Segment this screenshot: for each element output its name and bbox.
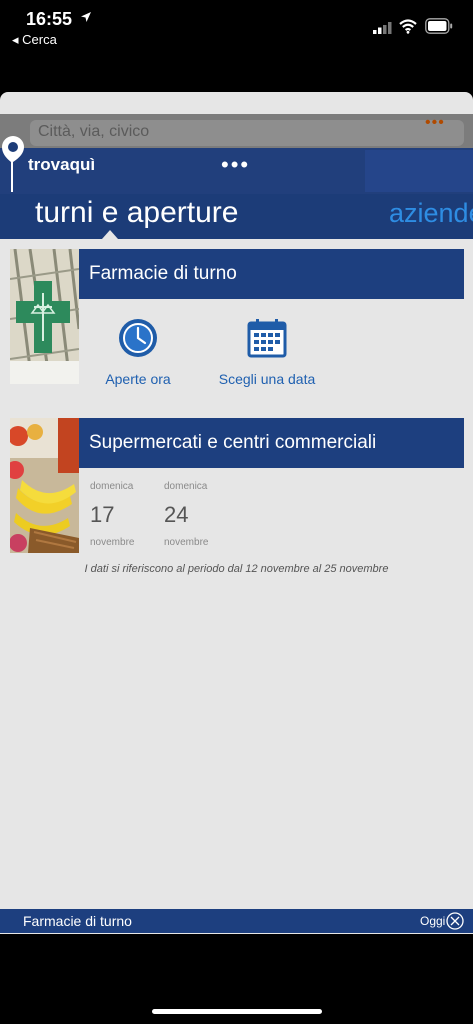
date-day: 24: [164, 502, 189, 527]
supermarket-fruit-image: [10, 418, 79, 553]
clock-time: 16:55: [26, 9, 73, 29]
date-month: novembre: [90, 537, 135, 548]
bottom-bar-label: Farmacie di turno: [23, 913, 132, 929]
app-sheet: Città, via, civico ••• trovaquì ••• turn…: [0, 92, 473, 934]
date-entry[interactable]: domenica 24 novembre: [164, 481, 208, 548]
search-menu-button[interactable]: •••: [425, 114, 445, 132]
pharmacy-cross-image: [10, 249, 79, 384]
date-month: novembre: [164, 537, 209, 548]
tab-aziende[interactable]: aziende: [389, 198, 473, 229]
active-tab-indicator: [102, 230, 118, 239]
choose-date-label: Scegli una data: [218, 371, 316, 387]
close-icon[interactable]: [446, 912, 464, 930]
date-weekday: domenica: [90, 481, 134, 492]
search-input[interactable]: Città, via, civico: [30, 120, 464, 146]
date-weekday: domenica: [164, 481, 208, 492]
bottom-info-bar[interactable]: Farmacie di turno Oggi: [0, 909, 473, 933]
open-now-label: Aperte ora: [105, 371, 171, 387]
data-period-note: I dati si riferiscono al periodo dal 12 …: [84, 563, 389, 575]
pharmacy-section-title[interactable]: Farmacie di turno: [79, 249, 464, 299]
app-header: trovaquì ••• turni e aperture aziende: [0, 136, 473, 239]
more-options-button[interactable]: •••: [221, 152, 250, 178]
header-band-right: [365, 150, 473, 192]
search-bar: Città, via, civico •••: [0, 114, 473, 148]
home-indicator[interactable]: [152, 1009, 322, 1014]
calendar-icon: [247, 319, 287, 358]
app-logo: trovaquì: [28, 155, 96, 174]
map-pin-logo-icon: [2, 136, 24, 192]
today-label: Oggi: [420, 914, 446, 928]
date-day: 17: [90, 502, 115, 527]
cellular-signal-icon: [373, 22, 392, 34]
open-now-button[interactable]: Aperte ora: [98, 318, 178, 387]
choose-date-button[interactable]: Scegli una data: [217, 318, 317, 387]
tab-turni-e-aperture[interactable]: turni e aperture: [35, 196, 238, 230]
battery-icon: [425, 18, 453, 34]
clock-icon: [119, 319, 157, 357]
back-to-search-link[interactable]: ◂ Cerca: [12, 32, 57, 48]
location-arrow-icon: [81, 12, 91, 22]
supermarkets-section-title[interactable]: Supermercati e centri commerciali: [79, 418, 464, 468]
status-bar: 16:55 ◂ Cerca: [0, 0, 473, 60]
date-entry[interactable]: domenica 17 novembre: [90, 481, 134, 548]
wifi-icon: [399, 19, 417, 34]
